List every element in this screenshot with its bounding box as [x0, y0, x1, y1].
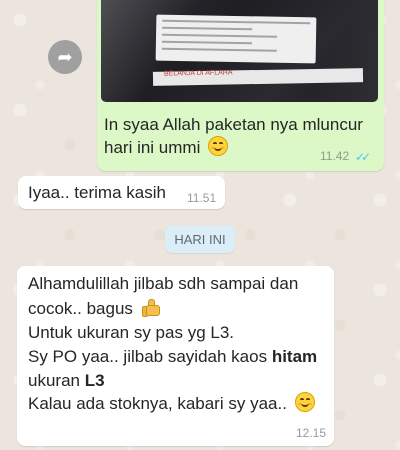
- incoming-message-2-bold-size: L3: [84, 371, 105, 390]
- incoming-message-2-time: 12.15: [296, 426, 327, 440]
- label-line: [162, 33, 278, 38]
- double-check-blue-icon: ✓✓: [355, 150, 371, 164]
- incoming-message-2-line-2: cocok.. bagus: [28, 297, 328, 321]
- incoming-message-2-line-1: Alhamdulillah jilbab sdh sampai dan: [28, 274, 299, 293]
- outgoing-message-time: 11.42: [320, 149, 350, 163]
- thumbs-up-emoji: [141, 298, 161, 317]
- package-strip-text: BELANJA DI AFLAHA: [163, 69, 233, 78]
- incoming-message-2-line-4-text: Sy PO yaa.. jilbab sayidah kaos: [28, 347, 268, 366]
- incoming-message-1-time: 11.51: [187, 191, 217, 205]
- incoming-message-2-line-5-prefix: ukuran: [28, 371, 80, 390]
- label-line: [161, 40, 252, 45]
- incoming-message-2-line-5: ukuran L3: [28, 369, 328, 393]
- package-photo[interactable]: BELANJA DI AFLAHA: [101, 0, 378, 102]
- incoming-message-1-text: Iyaa.. terima kasih: [28, 183, 166, 202]
- label-line: [162, 26, 253, 31]
- date-separator: HARI INI: [165, 226, 235, 253]
- smiling-face-emoji: [294, 392, 315, 412]
- incoming-message-2-line-3: Untuk ukuran sy pas yg L3.: [28, 323, 235, 342]
- incoming-message-2-line-6: Kalau ada stoknya, kabari sy yaa..: [28, 392, 328, 416]
- incoming-message-2-line-6-text: Kalau ada stoknya, kabari sy yaa..: [28, 394, 287, 413]
- label-line: [161, 47, 277, 52]
- incoming-message-2-line-2-text: cocok.. bagus: [28, 299, 133, 318]
- forward-button[interactable]: ➦: [48, 40, 82, 74]
- smiling-face-emoji: [208, 136, 229, 156]
- label-line: [162, 19, 311, 25]
- forward-arrow-icon: ➦: [57, 47, 73, 67]
- incoming-message-2-bold-color: hitam: [271, 347, 318, 366]
- incoming-message-2-line-4: Sy PO yaa.. jilbab sayidah kaos hitam: [28, 345, 328, 369]
- shipping-label: [155, 14, 317, 64]
